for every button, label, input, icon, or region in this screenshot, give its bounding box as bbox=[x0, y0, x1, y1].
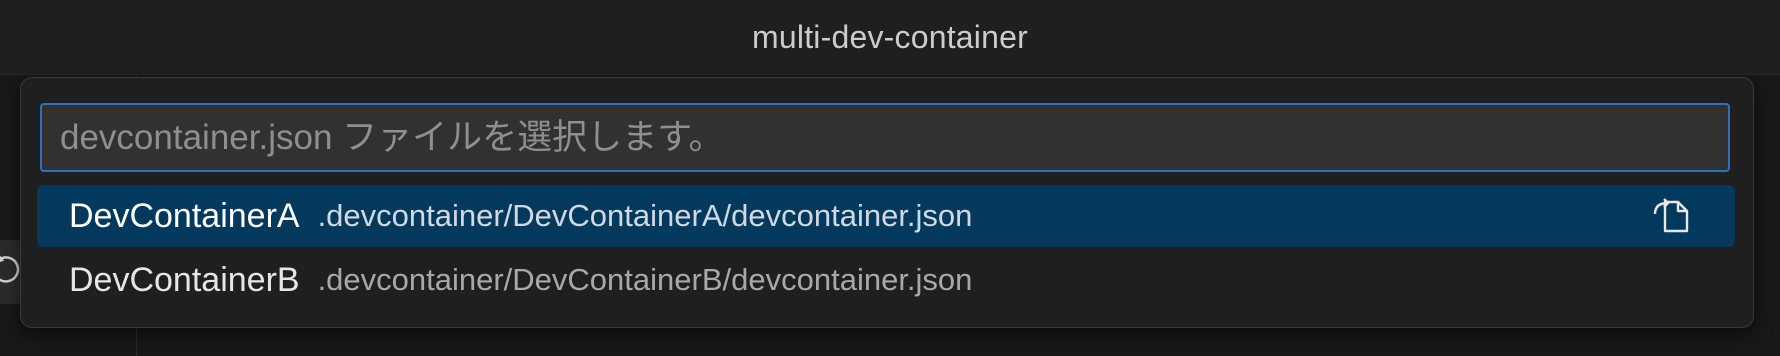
history-button[interactable] bbox=[0, 240, 22, 304]
item-label: DevContainerB bbox=[69, 260, 300, 299]
window-title: multi-dev-container bbox=[752, 18, 1028, 55]
item-description: .devcontainer/DevContainerB/devcontainer… bbox=[317, 262, 973, 297]
quick-pick-input[interactable] bbox=[40, 103, 1730, 172]
quick-pick-list: DevContainerA .devcontainer/DevContainer… bbox=[37, 185, 1735, 311]
title-bar: multi-dev-container bbox=[0, 0, 1780, 75]
quick-pick-widget: DevContainerA .devcontainer/DevContainer… bbox=[20, 77, 1754, 328]
item-label: DevContainerA bbox=[69, 196, 300, 235]
item-description: .devcontainer/DevContainerA/devcontainer… bbox=[317, 198, 973, 233]
history-icon bbox=[0, 250, 22, 295]
quick-pick-item-devcontainera[interactable]: DevContainerA .devcontainer/DevContainer… bbox=[37, 185, 1735, 247]
open-file-button[interactable] bbox=[1651, 196, 1693, 238]
quick-pick-item-devcontainerb[interactable]: DevContainerB .devcontainer/DevContainer… bbox=[37, 249, 1735, 311]
open-file-icon bbox=[1651, 194, 1693, 241]
